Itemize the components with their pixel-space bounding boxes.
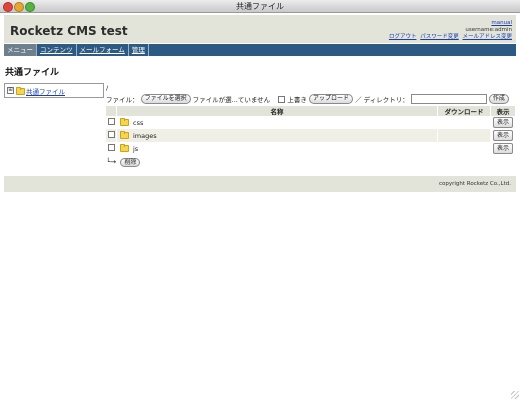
header-name: 名称 bbox=[116, 106, 438, 116]
choose-file-button[interactable]: ファイルを選択 bbox=[140, 94, 191, 104]
no-file-selected-text: ファイルが選...ていません bbox=[192, 96, 271, 104]
row-download bbox=[437, 142, 491, 155]
folder-tree: ⊞ 共通ファイル bbox=[4, 83, 104, 98]
folder-icon bbox=[120, 131, 129, 139]
row-name[interactable]: css bbox=[133, 119, 143, 127]
site-footer: copyright Rocketz Co.,Ltd. bbox=[4, 176, 516, 192]
browser-window: 共通ファイル Rocketz CMS test manual username:… bbox=[0, 0, 520, 400]
tree-expand-icon[interactable]: ⊞ bbox=[7, 87, 14, 94]
directory-label: ／ ディレクトリ： bbox=[355, 96, 409, 104]
site-title: Rocketz CMS test bbox=[10, 24, 128, 38]
row-checkbox[interactable] bbox=[107, 118, 115, 125]
file-table: 名称 ダウンロード 表示 css 表示 images 表示 js 表示 bbox=[106, 106, 516, 155]
header-account-area: manual username:admin ログアウト パスワード変更 メールア… bbox=[387, 20, 512, 41]
file-label: ファイル： bbox=[106, 96, 139, 104]
change-password-link[interactable]: パスワード変更 bbox=[420, 34, 459, 40]
folder-icon bbox=[16, 87, 25, 95]
upload-form: ファイル： ファイルを選択 ファイルが選...ていません 上書き アップロード … bbox=[106, 94, 509, 104]
create-directory-button[interactable]: 作成 bbox=[488, 94, 509, 104]
page-title: 共通ファイル bbox=[5, 68, 60, 78]
upload-button[interactable]: アップロード bbox=[309, 94, 354, 104]
row-checkbox[interactable] bbox=[107, 131, 115, 138]
manual-link[interactable]: manual bbox=[491, 20, 512, 26]
delete-button[interactable]: 削除 bbox=[120, 158, 141, 167]
table-row: images 表示 bbox=[106, 129, 516, 142]
selection-arrow-icon: └→ bbox=[106, 158, 117, 166]
resize-grip-icon[interactable] bbox=[511, 391, 519, 399]
folder-icon bbox=[120, 118, 129, 126]
main-nav: メニュー コンテンツ メールフォーム 管理 bbox=[4, 44, 516, 56]
username-label: username:admin bbox=[465, 27, 512, 33]
change-email-link[interactable]: メールアドレス変更 bbox=[462, 34, 512, 40]
bulk-actions: └→ 削除 bbox=[106, 158, 141, 167]
view-button[interactable]: 表示 bbox=[492, 117, 513, 128]
window-titlebar: 共通ファイル bbox=[0, 0, 520, 13]
overwrite-checkbox[interactable] bbox=[278, 95, 286, 103]
nav-item-menu[interactable]: メニュー bbox=[4, 44, 37, 56]
copyright-text: copyright Rocketz Co.,Ltd. bbox=[439, 181, 511, 187]
header-download: ダウンロード bbox=[437, 106, 491, 116]
view-button[interactable]: 表示 bbox=[492, 130, 513, 141]
tree-root-link[interactable]: 共通ファイル bbox=[26, 86, 65, 96]
current-path: / bbox=[106, 84, 109, 92]
row-name[interactable]: images bbox=[133, 132, 157, 140]
logout-link[interactable]: ログアウト bbox=[389, 34, 417, 40]
nav-item-contents[interactable]: コンテンツ bbox=[37, 44, 77, 56]
directory-input[interactable] bbox=[410, 94, 487, 104]
table-row: js 表示 bbox=[106, 142, 516, 155]
overwrite-label: 上書き bbox=[287, 96, 307, 104]
nav-item-admin[interactable]: 管理 bbox=[129, 44, 149, 56]
row-name[interactable]: js bbox=[133, 145, 138, 153]
header-view: 表示 bbox=[490, 106, 516, 116]
window-title: 共通ファイル bbox=[236, 2, 284, 11]
site-header: Rocketz CMS test manual username:admin ロ… bbox=[4, 15, 516, 43]
row-checkbox[interactable] bbox=[107, 144, 115, 151]
table-header-row: 名称 ダウンロード 表示 bbox=[106, 106, 516, 116]
header-check bbox=[106, 106, 117, 116]
row-download bbox=[437, 129, 491, 142]
table-row: css 表示 bbox=[106, 116, 516, 129]
row-download bbox=[437, 116, 491, 129]
nav-item-mailform[interactable]: メールフォーム bbox=[77, 44, 129, 56]
view-button[interactable]: 表示 bbox=[492, 143, 513, 154]
folder-icon bbox=[120, 144, 129, 152]
